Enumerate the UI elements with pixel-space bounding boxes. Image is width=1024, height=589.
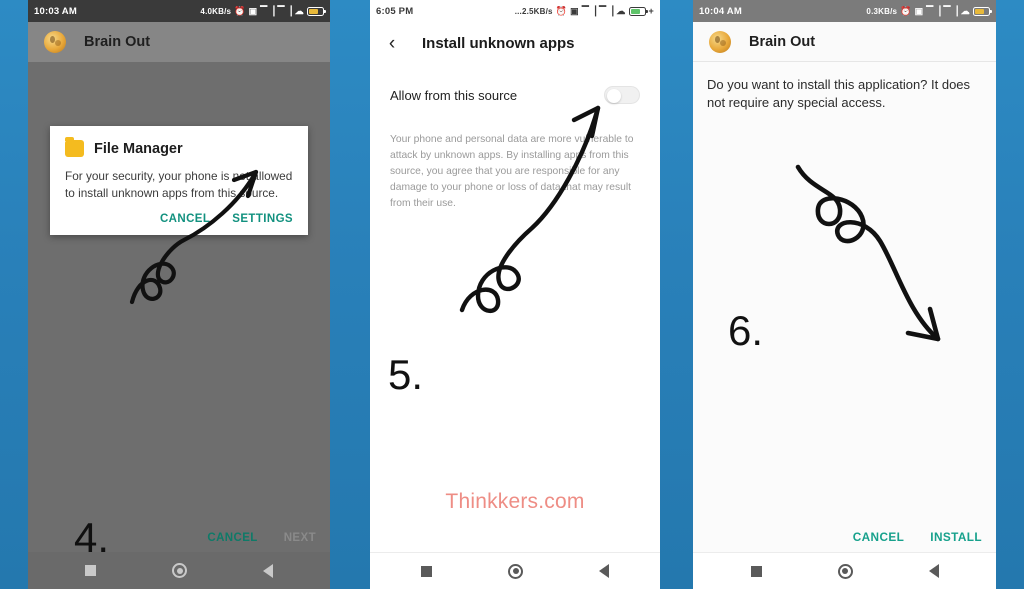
phone-screenshot-1: 10:03 AM 4.0KB/s ⏰ ▣ ▔▕ ▔▕ ☁ Brain Out F…: [28, 0, 330, 589]
install-cancel-button[interactable]: CANCEL: [853, 530, 905, 544]
brain-out-app-icon: [44, 31, 66, 53]
app-title-1: Brain Out: [84, 34, 151, 50]
signal-1-icon: ▔▕: [926, 5, 941, 16]
bottom-next-button-1: NEXT: [283, 532, 316, 544]
status-bar-3: 10:04 AM 0.3KB/s ⏰ ▣ ▔▕ ▔▕ ☁: [693, 0, 996, 22]
panel-1-body: File Manager For your security, your pho…: [28, 62, 330, 559]
step-number-5: 5.: [388, 351, 424, 398]
alarm-icon: ⏰: [555, 5, 568, 16]
status-time-1: 10:03 AM: [34, 5, 77, 17]
annotation-arrow-6: [795, 164, 941, 342]
charging-bolt-icon: +: [648, 5, 654, 16]
status-bar-2: 6:05 PM ...2.5KB/s ⏰ ▣ ▔▕ ▔▕ ☁ +: [370, 0, 660, 22]
dialog-actions: CANCEL SETTINGS: [65, 213, 293, 227]
back-triangle-icon[interactable]: [928, 564, 939, 578]
alarm-icon: ⏰: [234, 5, 246, 16]
dialog-message: For your security, your phone is not all…: [65, 169, 293, 201]
phone-screenshot-2: 6:05 PM ...2.5KB/s ⏰ ▣ ▔▕ ▔▕ ☁ + ‹ Insta…: [370, 0, 660, 589]
recents-square-icon[interactable]: [421, 565, 432, 577]
panel-2-body: Allow from this source Your phone and pe…: [370, 64, 660, 552]
panel-1-bottom-actions: CANCEL NEXT: [207, 532, 316, 544]
battery-icon: [973, 6, 992, 16]
app-title-2: Install unknown apps: [422, 34, 575, 52]
app-title-3: Brain Out: [749, 33, 816, 50]
sd-card-icon: ▣: [248, 5, 258, 16]
battery-icon: [307, 6, 326, 16]
battery-charging-icon: [628, 6, 648, 16]
app-bar-1: Brain Out: [28, 22, 330, 62]
back-triangle-icon[interactable]: [599, 564, 609, 578]
sd-card-icon: ▣: [914, 5, 924, 16]
app-bar-3: Brain Out: [693, 22, 996, 62]
navigation-bar-3: [693, 552, 996, 589]
dialog-header: File Manager: [65, 137, 293, 157]
recents-square-icon[interactable]: [85, 565, 96, 576]
status-bar-1: 10:03 AM 4.0KB/s ⏰ ▣ ▔▕ ▔▕ ☁: [28, 0, 330, 22]
allow-from-source-row[interactable]: Allow from this source: [370, 64, 660, 104]
status-icons-2: ...2.5KB/s ⏰ ▣ ▔▕ ▔▕ ☁ +: [514, 5, 654, 16]
home-circle-icon[interactable]: [172, 563, 187, 578]
recents-square-icon[interactable]: [750, 565, 762, 577]
toggle-knob: [606, 88, 621, 103]
wifi-icon: ☁: [960, 5, 970, 16]
file-manager-dialog: File Manager For your security, your pho…: [50, 126, 308, 235]
status-icons-1: 4.0KB/s ⏰ ▣ ▔▕ ▔▕ ☁: [200, 5, 326, 16]
allow-from-this-source-toggle[interactable]: [604, 86, 640, 104]
network-speed-2: ...2.5KB/s: [514, 6, 553, 16]
signal-2-icon: ▔▕: [277, 5, 292, 16]
navigation-bar-2: [370, 552, 660, 589]
sd-card-icon: ▣: [570, 5, 579, 16]
home-circle-icon[interactable]: [508, 563, 523, 579]
panel-3-body: Do you want to install this application?…: [693, 62, 996, 552]
network-speed-3: 0.3KB/s: [866, 6, 898, 16]
step-number-6: 6.: [728, 307, 764, 354]
signal-1-icon: ▔▕: [260, 5, 275, 16]
phone-screenshot-3: 10:04 AM 0.3KB/s ⏰ ▣ ▔▕ ▔▕ ☁ Brain Out D…: [693, 0, 996, 589]
wifi-icon: ☁: [616, 5, 626, 16]
status-time-3: 10:04 AM: [699, 5, 742, 17]
status-time-2: 6:05 PM: [376, 5, 414, 17]
install-question-text: Do you want to install this application?…: [707, 77, 971, 111]
folder-icon: [65, 137, 84, 157]
signal-2-icon: ▔▕: [943, 5, 958, 16]
install-confirm-button[interactable]: INSTALL: [930, 530, 982, 544]
wifi-icon: ☁: [294, 5, 304, 16]
unknown-apps-description: Your phone and personal data are more vu…: [390, 134, 634, 209]
back-chevron-icon[interactable]: ‹: [384, 34, 400, 53]
watermark-text: Thinkkers.com: [445, 490, 585, 513]
bottom-cancel-button-1[interactable]: CANCEL: [207, 532, 257, 544]
dialog-settings-button[interactable]: SETTINGS: [232, 213, 293, 225]
panel-3-bottom-actions: CANCEL INSTALL: [853, 530, 982, 544]
home-circle-icon[interactable]: [837, 563, 853, 579]
back-triangle-icon[interactable]: [263, 563, 273, 578]
signal-2-icon: ▔▕: [599, 5, 614, 16]
step-number-4: 4.: [74, 514, 110, 561]
screenshot-stage: 10:03 AM 4.0KB/s ⏰ ▣ ▔▕ ▔▕ ☁ Brain Out F…: [0, 0, 1024, 589]
status-icons-3: 0.3KB/s ⏰ ▣ ▔▕ ▔▕ ☁: [866, 5, 992, 16]
alarm-icon: ⏰: [900, 5, 912, 16]
brain-out-app-icon: [709, 30, 731, 53]
dialog-cancel-button[interactable]: CANCEL: [160, 213, 210, 225]
network-speed-1: 4.0KB/s: [200, 6, 232, 16]
app-bar-2: ‹ Install unknown apps: [370, 22, 660, 64]
signal-1-icon: ▔▕: [581, 5, 597, 16]
allow-from-this-source-label: Allow from this source: [390, 87, 518, 103]
dialog-title: File Manager: [94, 140, 183, 157]
